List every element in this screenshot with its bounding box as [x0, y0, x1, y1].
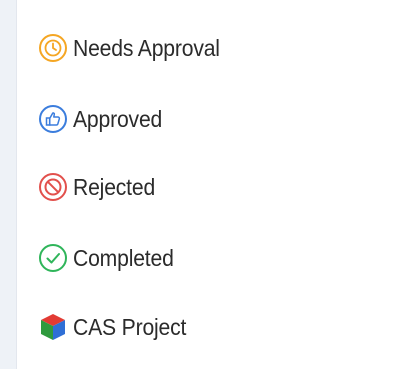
status-legend-panel: Needs Approval Approved Rejected Complet… [16, 0, 411, 369]
legend-label: CAS Project [73, 313, 187, 340]
legend-item-rejected: Rejected [37, 167, 162, 207]
clock-icon [37, 32, 69, 64]
legend-item-completed: Completed [37, 238, 182, 278]
legend-label: Completed [73, 244, 174, 271]
legend-label: Needs Approval [73, 34, 220, 61]
legend-label: Approved [73, 105, 163, 132]
checkmark-icon [37, 242, 69, 274]
legend-item-approved: Approved [37, 99, 170, 139]
legend-item-cas-project: CAS Project [37, 307, 196, 347]
legend-item-needs-approval: Needs Approval [37, 28, 233, 68]
cube-icon [37, 311, 69, 343]
prohibited-icon [37, 171, 69, 203]
thumbs-up-icon [37, 103, 69, 135]
legend-label: Rejected [73, 173, 156, 200]
